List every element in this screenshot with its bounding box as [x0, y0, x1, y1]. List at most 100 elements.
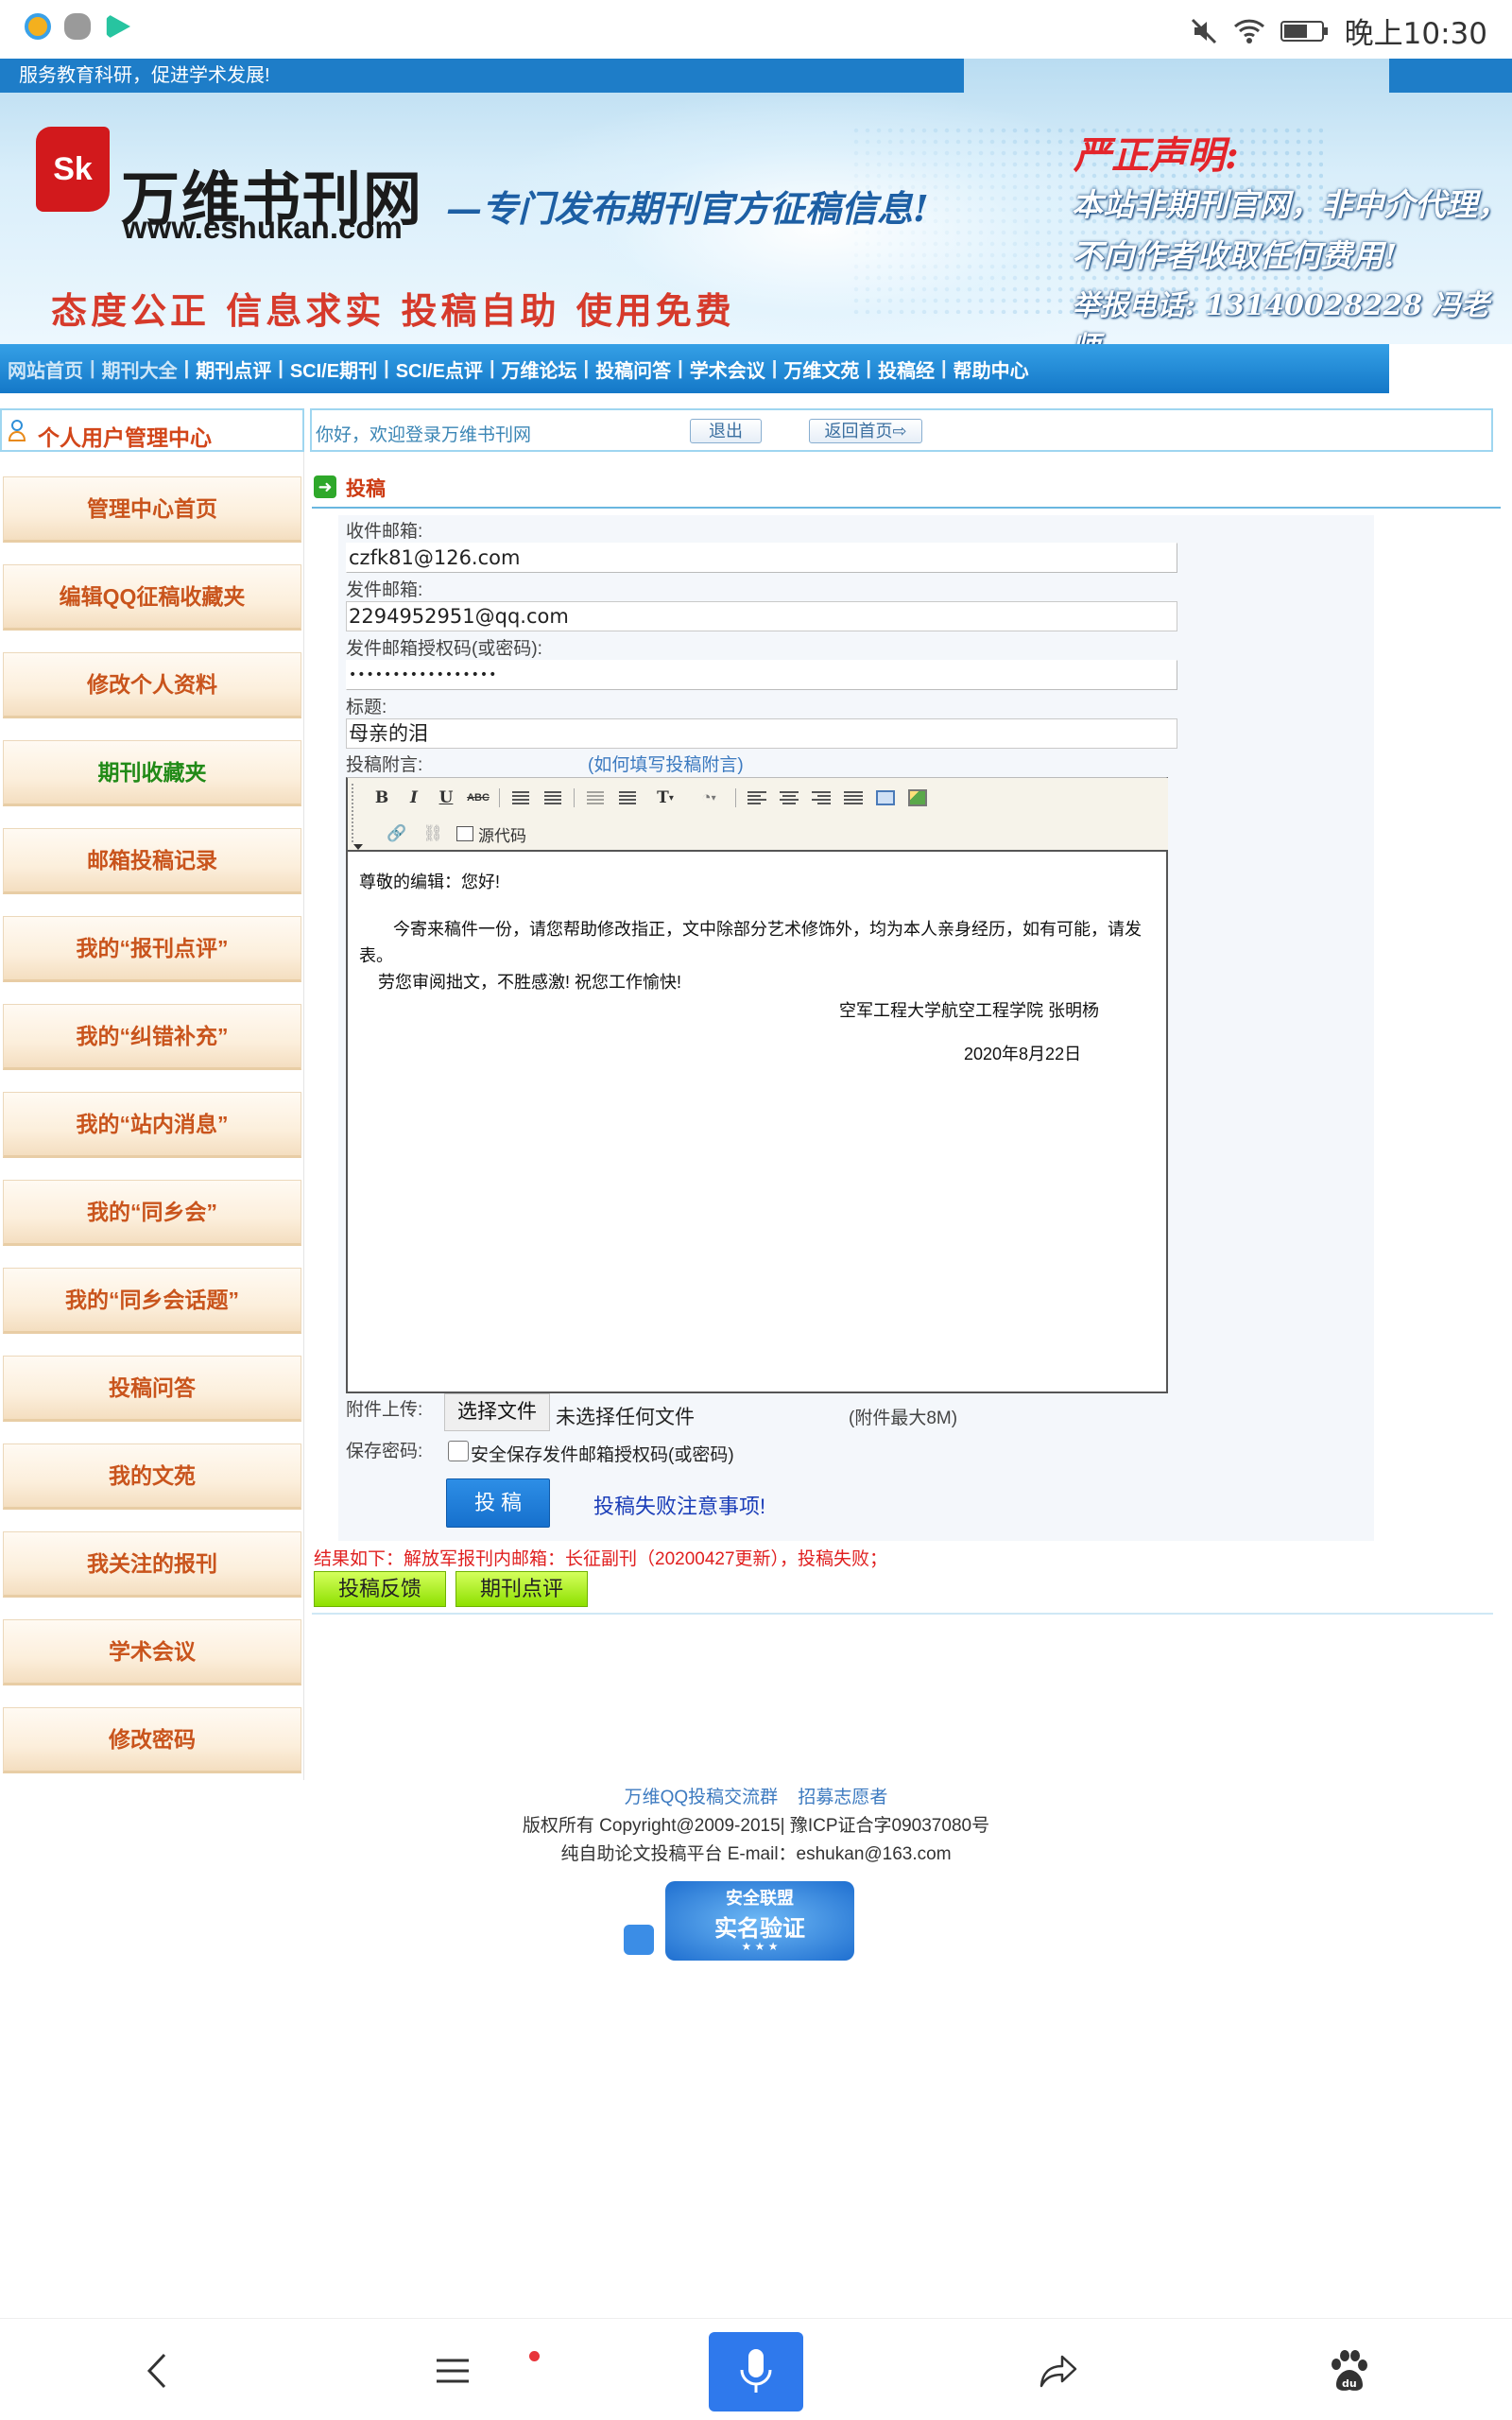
align-left-icon[interactable]	[744, 786, 770, 810]
source-code-label[interactable]: 源代码	[478, 822, 526, 846]
sidebar-item-hometown[interactable]: 我的“同乡会”	[3, 1180, 301, 1246]
sidebar-item-hometown-topics[interactable]: 我的“同乡会话题”	[3, 1268, 301, 1334]
link-icon[interactable]: 🔗	[384, 821, 410, 846]
nav-item-literature[interactable]: 万维文苑	[783, 355, 859, 383]
logo-url[interactable]: www.eshukan.com	[123, 210, 403, 246]
nav-item-journals[interactable]: 期刊大全	[102, 355, 178, 383]
attach-note-label: 投稿附言:	[346, 755, 423, 775]
footer-link-qq-group[interactable]: 万维QQ投稿交流群	[625, 1788, 779, 1807]
logout-button[interactable]: 退出	[690, 419, 762, 443]
nav-item-sci-reviews[interactable]: SCI/E点评	[396, 355, 483, 383]
unordered-list-icon[interactable]	[540, 786, 566, 810]
site-banner: 服务教育科研，促进学术发展! Sk 万维书刊网 www.eshukan.com …	[0, 59, 1512, 393]
battery-icon	[1280, 20, 1328, 42]
nav-item-qa[interactable]: 投稿问答	[595, 355, 671, 383]
source-code-icon[interactable]	[455, 821, 474, 846]
no-file-text: 未选择任何文件	[556, 1407, 695, 1428]
max-size-note: (附件最大8M)	[849, 1409, 958, 1428]
share-icon[interactable]	[1036, 2347, 1083, 2394]
clock: 晚上10:30	[1344, 17, 1487, 51]
sidebar-item-submission-log[interactable]: 邮箱投稿记录	[3, 828, 301, 894]
choose-file-button[interactable]: 选择文件	[444, 1393, 550, 1431]
image-icon[interactable]	[904, 786, 931, 810]
subject-field[interactable]: 母亲的泪	[346, 718, 1177, 749]
sidebar-item-followed[interactable]: 我关注的报刊	[3, 1531, 301, 1598]
verification-badge[interactable]: 安全联盟 实名验证 ★ ★ ★	[624, 1881, 856, 1961]
letter-signature: 空军工程大学航空工程学院 张明杨	[839, 1001, 1099, 1020]
sidebar-item-messages[interactable]: 我的“站内消息”	[3, 1092, 301, 1158]
logo-mark[interactable]: Sk	[36, 127, 110, 212]
editor-content[interactable]: 尊敬的编辑：您好! 今寄来稿件一份，请您帮助修改指正，文中除部分艺术修饰外，均为…	[359, 869, 1153, 1067]
nav-item-reviews[interactable]: 期刊点评	[196, 355, 271, 383]
align-center-icon[interactable]	[776, 786, 802, 810]
feedback-button[interactable]: 投稿反馈	[314, 1571, 446, 1607]
font-size-icon[interactable]: T ▾	[646, 786, 684, 810]
to-email-field[interactable]: czfk81@126.com	[346, 543, 1177, 573]
nav-item-help[interactable]: 帮助中心	[954, 355, 1029, 383]
statement-line: 不向作者收取任何费用!	[1072, 237, 1398, 274]
journal-review-button[interactable]: 期刊点评	[455, 1571, 588, 1607]
sidebar-item-dashboard[interactable]: 管理中心首页	[3, 476, 301, 543]
user-icon	[8, 420, 26, 441]
menu-icon[interactable]	[429, 2347, 476, 2394]
sidebar-item-my-literature[interactable]: 我的文苑	[3, 1443, 301, 1510]
unlink-icon[interactable]: ⛓	[420, 821, 446, 846]
home-button[interactable]: 返回首页⇨	[809, 419, 922, 443]
sidebar-item-conferences[interactable]: 学术会议	[3, 1619, 301, 1685]
sidebar-item-profile[interactable]: 修改个人资料	[3, 652, 301, 718]
help-link[interactable]: (如何填写投稿附言)	[588, 751, 744, 776]
sidebar-item-journal-favorites[interactable]: 期刊收藏夹	[3, 740, 301, 806]
rich-text-editor[interactable]: B I U ABC T ▾ ◔ ▾ 🔗 ⛓ 源代码 尊敬的编辑：您好! 今寄来稿…	[346, 777, 1168, 1393]
table-icon[interactable]	[872, 786, 899, 810]
save-password-checkbox[interactable]	[448, 1441, 469, 1461]
sidebar-item-corrections[interactable]: 我的“纠错补充”	[3, 1004, 301, 1070]
nav-item-home[interactable]: 网站首页	[8, 355, 83, 383]
italic-icon[interactable]: I	[401, 786, 427, 810]
save-password-text[interactable]: 安全保存发件邮箱授权码(或密码)	[471, 1441, 734, 1466]
svg-text:du: du	[1342, 2377, 1357, 2390]
browser-app-icon	[25, 13, 51, 40]
back-icon[interactable]	[134, 2347, 181, 2394]
editor-toolbar: B I U ABC T ▾ ◔ ▾ 🔗 ⛓ 源代码	[348, 778, 1168, 852]
align-right-icon[interactable]	[808, 786, 834, 810]
ordered-list-icon[interactable]	[507, 786, 534, 810]
footer-link-volunteer[interactable]: 招募志愿者	[798, 1788, 887, 1807]
main-nav: 网站首页 | 期刊大全 | 期刊点评 | SCI/E期刊 | SCI/E点评 | 万维论坛…	[0, 344, 1512, 393]
nav-item-forum[interactable]: 万维论坛	[502, 355, 577, 383]
badge-top-text: 安全联盟	[726, 1889, 794, 1908]
browser-bottom-nav: du	[0, 2318, 1512, 2420]
wifi-icon	[1233, 19, 1264, 43]
from-email-field[interactable]: 2294952951@qq.com	[346, 601, 1177, 631]
bold-icon[interactable]: B	[369, 786, 395, 810]
nav-item-tips[interactable]: 投稿经	[878, 355, 935, 383]
indent-icon[interactable]	[614, 786, 641, 810]
banner-top-text: 服务教育科研，促进学术发展!	[0, 59, 964, 93]
letter-date: 2020年8月22日	[964, 1045, 1082, 1063]
from-label: 发件邮箱:	[346, 580, 423, 600]
chart-icon	[624, 1925, 654, 1955]
nav-item-sci-journals[interactable]: SCI/E期刊	[290, 355, 377, 383]
submit-button[interactable]: 投 稿	[446, 1478, 550, 1528]
justify-icon[interactable]	[840, 786, 867, 810]
auth-password-field[interactable]: •••••••••••••••••	[346, 660, 1177, 690]
voice-search-button[interactable]	[709, 2332, 803, 2411]
to-label: 收件邮箱:	[346, 522, 423, 542]
collapse-toolbar-icon[interactable]	[353, 844, 363, 850]
sidebar-item-qa[interactable]: 投稿问答	[3, 1356, 301, 1422]
footer-contact: 纯自助论文投稿平台 E-mail：eshukan@163.com	[560, 1844, 952, 1864]
outdent-icon[interactable]	[582, 786, 609, 810]
text-color-icon[interactable]: ◔ ▾	[690, 786, 728, 810]
nav-item-conferences[interactable]: 学术会议	[690, 355, 765, 383]
footer-links: 万维QQ投稿交流群 招募志愿者	[0, 1783, 1512, 1808]
arrow-right-icon: ➜	[314, 475, 336, 498]
submission-failure-link[interactable]: 投稿失败注意事项!	[593, 1490, 765, 1520]
sidebar-item-my-reviews[interactable]: 我的“报刊点评”	[3, 916, 301, 982]
sidebar-item-qq-favorites[interactable]: 编辑QQ征稿收藏夹	[3, 564, 301, 631]
sidebar-item-change-password[interactable]: 修改密码	[3, 1707, 301, 1773]
save-password-label: 保存密码:	[346, 1442, 423, 1461]
underline-icon[interactable]: U	[433, 786, 459, 810]
baidu-icon[interactable]: du	[1325, 2347, 1372, 2394]
sidebar-title: 个人用户管理中心	[38, 425, 212, 450]
letter-greeting: 尊敬的编辑：您好!	[359, 873, 501, 891]
strikethrough-icon[interactable]: ABC	[465, 786, 491, 810]
